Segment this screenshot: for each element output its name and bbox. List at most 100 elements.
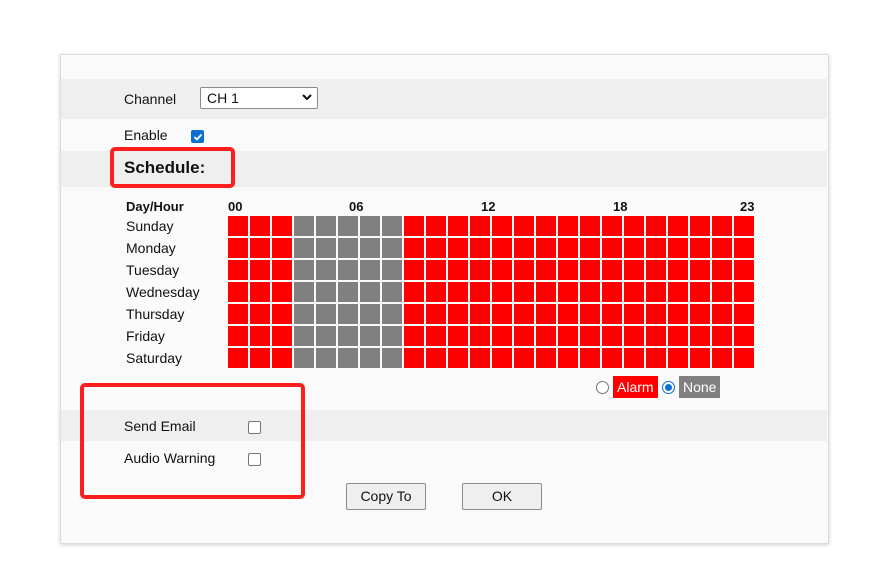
schedule-cell-friday-10[interactable] [448, 326, 468, 346]
schedule-cell-wednesday-11[interactable] [470, 282, 490, 302]
schedule-cell-sunday-6[interactable] [360, 216, 380, 236]
schedule-cell-sunday-16[interactable] [580, 216, 600, 236]
schedule-cell-monday-11[interactable] [470, 238, 490, 258]
schedule-cell-saturday-9[interactable] [426, 348, 446, 368]
schedule-cell-thursday-9[interactable] [426, 304, 446, 324]
schedule-cell-thursday-4[interactable] [316, 304, 336, 324]
schedule-cell-tuesday-7[interactable] [382, 260, 402, 280]
schedule-cell-monday-16[interactable] [580, 238, 600, 258]
schedule-cell-sunday-1[interactable] [250, 216, 270, 236]
schedule-cell-monday-3[interactable] [294, 238, 314, 258]
schedule-cell-sunday-19[interactable] [646, 216, 666, 236]
schedule-cell-thursday-21[interactable] [690, 304, 710, 324]
copy-to-button[interactable]: Copy To [346, 483, 426, 510]
schedule-cell-friday-8[interactable] [404, 326, 424, 346]
schedule-cell-tuesday-22[interactable] [712, 260, 732, 280]
schedule-cell-sunday-8[interactable] [404, 216, 424, 236]
schedule-cell-tuesday-11[interactable] [470, 260, 490, 280]
schedule-cell-monday-23[interactable] [734, 238, 754, 258]
schedule-cell-wednesday-8[interactable] [404, 282, 424, 302]
schedule-cell-saturday-0[interactable] [228, 348, 248, 368]
schedule-cell-thursday-3[interactable] [294, 304, 314, 324]
schedule-cell-friday-9[interactable] [426, 326, 446, 346]
schedule-cell-sunday-15[interactable] [558, 216, 578, 236]
schedule-cell-tuesday-18[interactable] [624, 260, 644, 280]
schedule-cell-tuesday-4[interactable] [316, 260, 336, 280]
schedule-cell-saturday-19[interactable] [646, 348, 666, 368]
schedule-cell-tuesday-6[interactable] [360, 260, 380, 280]
schedule-cell-saturday-20[interactable] [668, 348, 688, 368]
schedule-cell-saturday-2[interactable] [272, 348, 292, 368]
schedule-cell-friday-21[interactable] [690, 326, 710, 346]
schedule-cell-sunday-9[interactable] [426, 216, 446, 236]
schedule-cell-wednesday-23[interactable] [734, 282, 754, 302]
schedule-cell-wednesday-5[interactable] [338, 282, 358, 302]
schedule-cell-tuesday-12[interactable] [492, 260, 512, 280]
schedule-cell-monday-6[interactable] [360, 238, 380, 258]
schedule-cell-friday-6[interactable] [360, 326, 380, 346]
schedule-cell-wednesday-16[interactable] [580, 282, 600, 302]
schedule-cell-friday-3[interactable] [294, 326, 314, 346]
schedule-cell-sunday-11[interactable] [470, 216, 490, 236]
schedule-cell-wednesday-22[interactable] [712, 282, 732, 302]
schedule-cell-saturday-5[interactable] [338, 348, 358, 368]
schedule-cell-sunday-22[interactable] [712, 216, 732, 236]
schedule-cell-saturday-22[interactable] [712, 348, 732, 368]
schedule-cell-friday-0[interactable] [228, 326, 248, 346]
schedule-cell-monday-19[interactable] [646, 238, 666, 258]
schedule-cell-sunday-7[interactable] [382, 216, 402, 236]
schedule-cell-monday-7[interactable] [382, 238, 402, 258]
schedule-cell-sunday-20[interactable] [668, 216, 688, 236]
schedule-cell-monday-22[interactable] [712, 238, 732, 258]
schedule-cell-monday-17[interactable] [602, 238, 622, 258]
schedule-cell-tuesday-14[interactable] [536, 260, 556, 280]
schedule-cell-wednesday-2[interactable] [272, 282, 292, 302]
schedule-cell-thursday-23[interactable] [734, 304, 754, 324]
schedule-cell-tuesday-16[interactable] [580, 260, 600, 280]
schedule-cell-thursday-20[interactable] [668, 304, 688, 324]
schedule-cell-sunday-23[interactable] [734, 216, 754, 236]
schedule-cell-thursday-10[interactable] [448, 304, 468, 324]
schedule-cell-sunday-3[interactable] [294, 216, 314, 236]
none-legend[interactable]: None [679, 376, 720, 398]
schedule-cell-sunday-12[interactable] [492, 216, 512, 236]
schedule-cell-sunday-14[interactable] [536, 216, 556, 236]
schedule-cell-wednesday-12[interactable] [492, 282, 512, 302]
schedule-cell-thursday-7[interactable] [382, 304, 402, 324]
schedule-cell-wednesday-18[interactable] [624, 282, 644, 302]
schedule-cell-friday-1[interactable] [250, 326, 270, 346]
schedule-cell-saturday-14[interactable] [536, 348, 556, 368]
none-radio[interactable] [662, 381, 675, 394]
schedule-cell-saturday-4[interactable] [316, 348, 336, 368]
schedule-cell-saturday-3[interactable] [294, 348, 314, 368]
schedule-cell-monday-4[interactable] [316, 238, 336, 258]
schedule-cell-friday-13[interactable] [514, 326, 534, 346]
schedule-cell-monday-2[interactable] [272, 238, 292, 258]
schedule-cell-monday-1[interactable] [250, 238, 270, 258]
schedule-cell-wednesday-3[interactable] [294, 282, 314, 302]
schedule-cell-thursday-2[interactable] [272, 304, 292, 324]
schedule-cell-monday-0[interactable] [228, 238, 248, 258]
schedule-cell-wednesday-7[interactable] [382, 282, 402, 302]
schedule-cell-sunday-5[interactable] [338, 216, 358, 236]
schedule-cell-tuesday-9[interactable] [426, 260, 446, 280]
schedule-cell-tuesday-13[interactable] [514, 260, 534, 280]
schedule-cell-thursday-19[interactable] [646, 304, 666, 324]
schedule-cell-tuesday-10[interactable] [448, 260, 468, 280]
schedule-cell-thursday-12[interactable] [492, 304, 512, 324]
enable-checkbox[interactable] [191, 130, 204, 143]
schedule-cell-saturday-10[interactable] [448, 348, 468, 368]
schedule-cell-wednesday-13[interactable] [514, 282, 534, 302]
schedule-cell-friday-11[interactable] [470, 326, 490, 346]
ok-button[interactable]: OK [462, 483, 542, 510]
schedule-cell-monday-9[interactable] [426, 238, 446, 258]
schedule-cell-monday-18[interactable] [624, 238, 644, 258]
schedule-cell-saturday-13[interactable] [514, 348, 534, 368]
schedule-cell-friday-7[interactable] [382, 326, 402, 346]
schedule-cell-saturday-6[interactable] [360, 348, 380, 368]
schedule-cell-thursday-1[interactable] [250, 304, 270, 324]
schedule-cell-wednesday-19[interactable] [646, 282, 666, 302]
schedule-cell-tuesday-3[interactable] [294, 260, 314, 280]
schedule-cell-wednesday-10[interactable] [448, 282, 468, 302]
schedule-cell-wednesday-9[interactable] [426, 282, 446, 302]
